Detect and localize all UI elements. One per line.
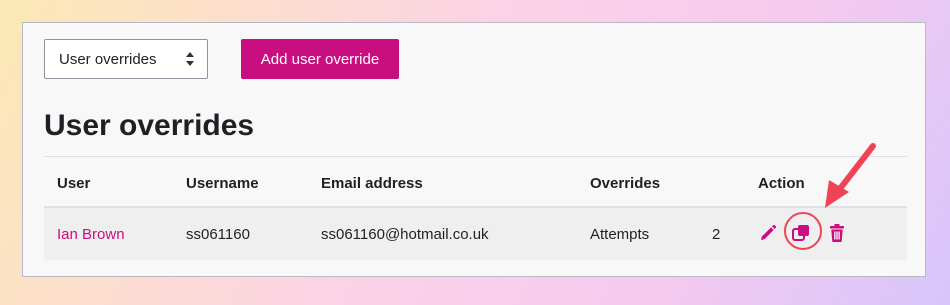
page-title: User overrides xyxy=(44,109,255,142)
column-header-action: Action xyxy=(758,175,805,192)
column-header-overrides: Overrides xyxy=(590,175,661,192)
override-type-select[interactable]: User overrides xyxy=(44,39,208,79)
edit-button[interactable] xyxy=(757,222,779,244)
column-header-email[interactable]: Email address xyxy=(321,175,423,192)
add-user-override-button[interactable]: Add user override xyxy=(241,39,399,79)
username-cell: ss061160 xyxy=(186,226,250,243)
delete-button[interactable] xyxy=(826,222,848,244)
table-row: Ian Brown ss061160 ss061160@hotmail.co.u… xyxy=(44,208,907,260)
column-header-user[interactable]: User xyxy=(57,175,90,192)
overrides-table: User Username Email address Overrides Ac… xyxy=(44,156,907,260)
email-cell: ss061160@hotmail.co.uk xyxy=(321,226,489,243)
column-header-username[interactable]: Username xyxy=(186,175,259,192)
override-setting-cell: Attempts xyxy=(590,226,650,243)
table-header: User Username Email address Overrides Ac… xyxy=(44,156,907,208)
override-value-cell: 2 xyxy=(712,226,721,243)
arrow-annotation-icon xyxy=(825,143,876,208)
pencil-icon xyxy=(761,224,777,240)
override-type-select-value: User overrides xyxy=(59,50,157,68)
user-name-link[interactable]: Ian Brown xyxy=(57,226,125,243)
sort-chevron-icon xyxy=(186,52,194,66)
trash-icon xyxy=(830,224,844,242)
